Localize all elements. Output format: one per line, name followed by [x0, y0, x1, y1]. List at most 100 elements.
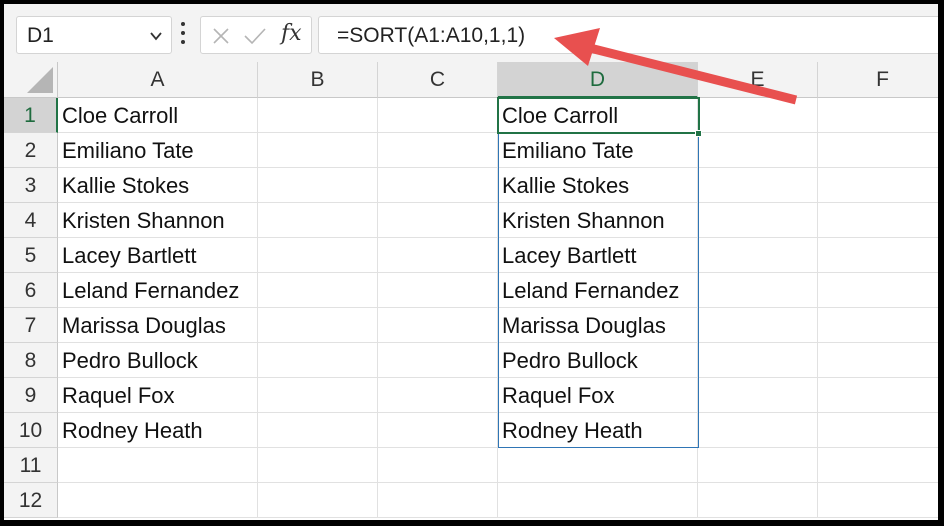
cell-f10[interactable] — [818, 413, 938, 448]
cell-b3[interactable] — [258, 168, 378, 203]
column-header-c[interactable]: C — [378, 62, 498, 98]
cell-b9[interactable] — [258, 378, 378, 413]
column-header-f[interactable]: F — [818, 62, 938, 98]
cell-c4[interactable] — [378, 203, 498, 238]
cell-f9[interactable] — [818, 378, 938, 413]
cell-c6[interactable] — [378, 273, 498, 308]
cell-a10[interactable]: Rodney Heath — [58, 413, 258, 448]
cell-a1[interactable]: Cloe Carroll — [58, 98, 258, 133]
cell-d10[interactable]: Rodney Heath — [498, 413, 698, 448]
select-all-button[interactable] — [4, 62, 58, 98]
row-header-11[interactable]: 11 — [4, 448, 58, 483]
cell-f2[interactable] — [818, 133, 938, 168]
cell-b10[interactable] — [258, 413, 378, 448]
cell-e8[interactable] — [698, 343, 818, 378]
cell-c2[interactable] — [378, 133, 498, 168]
cell-f1[interactable] — [818, 98, 938, 133]
more-options-icon[interactable] — [180, 22, 186, 44]
cell-e3[interactable] — [698, 168, 818, 203]
cell-e5[interactable] — [698, 238, 818, 273]
row-header-8[interactable]: 8 — [4, 343, 58, 378]
cell-e6[interactable] — [698, 273, 818, 308]
cell-a6[interactable]: Leland Fernandez — [58, 273, 258, 308]
cell-c12[interactable] — [378, 483, 498, 518]
cell-d4[interactable]: Kristen Shannon — [498, 203, 698, 238]
cell-a8[interactable]: Pedro Bullock — [58, 343, 258, 378]
cell-d12[interactable] — [498, 483, 698, 518]
cell-e12[interactable] — [698, 483, 818, 518]
cell-f6[interactable] — [818, 273, 938, 308]
cell-c10[interactable] — [378, 413, 498, 448]
cell-b6[interactable] — [258, 273, 378, 308]
cell-d6[interactable]: Leland Fernandez — [498, 273, 698, 308]
cell-e11[interactable] — [698, 448, 818, 483]
cell-d5[interactable]: Lacey Bartlett — [498, 238, 698, 273]
cell-e4[interactable] — [698, 203, 818, 238]
cell-a2[interactable]: Emiliano Tate — [58, 133, 258, 168]
column-header-d[interactable]: D — [498, 62, 698, 98]
cell-e7[interactable] — [698, 308, 818, 343]
row-header-10[interactable]: 10 — [4, 413, 58, 448]
cell-b5[interactable] — [258, 238, 378, 273]
row-header-1[interactable]: 1 — [4, 98, 58, 133]
cell-d11[interactable] — [498, 448, 698, 483]
cell-f4[interactable] — [818, 203, 938, 238]
cell-e10[interactable] — [698, 413, 818, 448]
cell-f8[interactable] — [818, 343, 938, 378]
cell-b4[interactable] — [258, 203, 378, 238]
cell-b2[interactable] — [258, 133, 378, 168]
cell-a4[interactable]: Kristen Shannon — [58, 203, 258, 238]
cell-a7[interactable]: Marissa Douglas — [58, 308, 258, 343]
column-header-e[interactable]: E — [698, 62, 818, 98]
column-header-a[interactable]: A — [58, 62, 258, 98]
cell-e1[interactable] — [698, 98, 818, 133]
cell-c5[interactable] — [378, 238, 498, 273]
cell-a12[interactable] — [58, 483, 258, 518]
cell-d1[interactable]: Cloe Carroll — [498, 98, 698, 133]
cell-c11[interactable] — [378, 448, 498, 483]
cell-a3[interactable]: Kallie Stokes — [58, 168, 258, 203]
fill-handle[interactable] — [695, 130, 702, 137]
cell-b12[interactable] — [258, 483, 378, 518]
column-header-b[interactable]: B — [258, 62, 378, 98]
cell-d7[interactable]: Marissa Douglas — [498, 308, 698, 343]
chevron-down-icon[interactable] — [149, 29, 163, 43]
name-box[interactable]: D1 — [16, 16, 172, 54]
cell-e9[interactable] — [698, 378, 818, 413]
row-header-4[interactable]: 4 — [4, 203, 58, 238]
insert-function-icon[interactable]: fx — [281, 21, 302, 46]
cell-d8[interactable]: Pedro Bullock — [498, 343, 698, 378]
cell-f5[interactable] — [818, 238, 938, 273]
cell-f12[interactable] — [818, 483, 938, 518]
cell-c3[interactable] — [378, 168, 498, 203]
cancel-icon[interactable] — [211, 26, 231, 46]
cell-c1[interactable] — [378, 98, 498, 133]
formula-bar: D1 fx =SORT(A1:A10,1,1) — [4, 4, 938, 62]
cell-a11[interactable] — [58, 448, 258, 483]
cell-d2[interactable]: Emiliano Tate — [498, 133, 698, 168]
cell-a5[interactable]: Lacey Bartlett — [58, 238, 258, 273]
enter-check-icon[interactable] — [243, 26, 267, 46]
row-header-12[interactable]: 12 — [4, 483, 58, 518]
cell-f3[interactable] — [818, 168, 938, 203]
formula-input[interactable]: =SORT(A1:A10,1,1) — [318, 16, 938, 54]
cell-c8[interactable] — [378, 343, 498, 378]
cell-b1[interactable] — [258, 98, 378, 133]
row-header-3[interactable]: 3 — [4, 168, 58, 203]
cell-f11[interactable] — [818, 448, 938, 483]
cell-b8[interactable] — [258, 343, 378, 378]
row-header-6[interactable]: 6 — [4, 273, 58, 308]
cell-d3[interactable]: Kallie Stokes — [498, 168, 698, 203]
row-header-2[interactable]: 2 — [4, 133, 58, 168]
cell-c9[interactable] — [378, 378, 498, 413]
cell-b11[interactable] — [258, 448, 378, 483]
cell-f7[interactable] — [818, 308, 938, 343]
row-header-9[interactable]: 9 — [4, 378, 58, 413]
cell-d9[interactable]: Raquel Fox — [498, 378, 698, 413]
cell-b7[interactable] — [258, 308, 378, 343]
cell-e2[interactable] — [698, 133, 818, 168]
cell-a9[interactable]: Raquel Fox — [58, 378, 258, 413]
cell-c7[interactable] — [378, 308, 498, 343]
row-header-7[interactable]: 7 — [4, 308, 58, 343]
row-header-5[interactable]: 5 — [4, 238, 58, 273]
